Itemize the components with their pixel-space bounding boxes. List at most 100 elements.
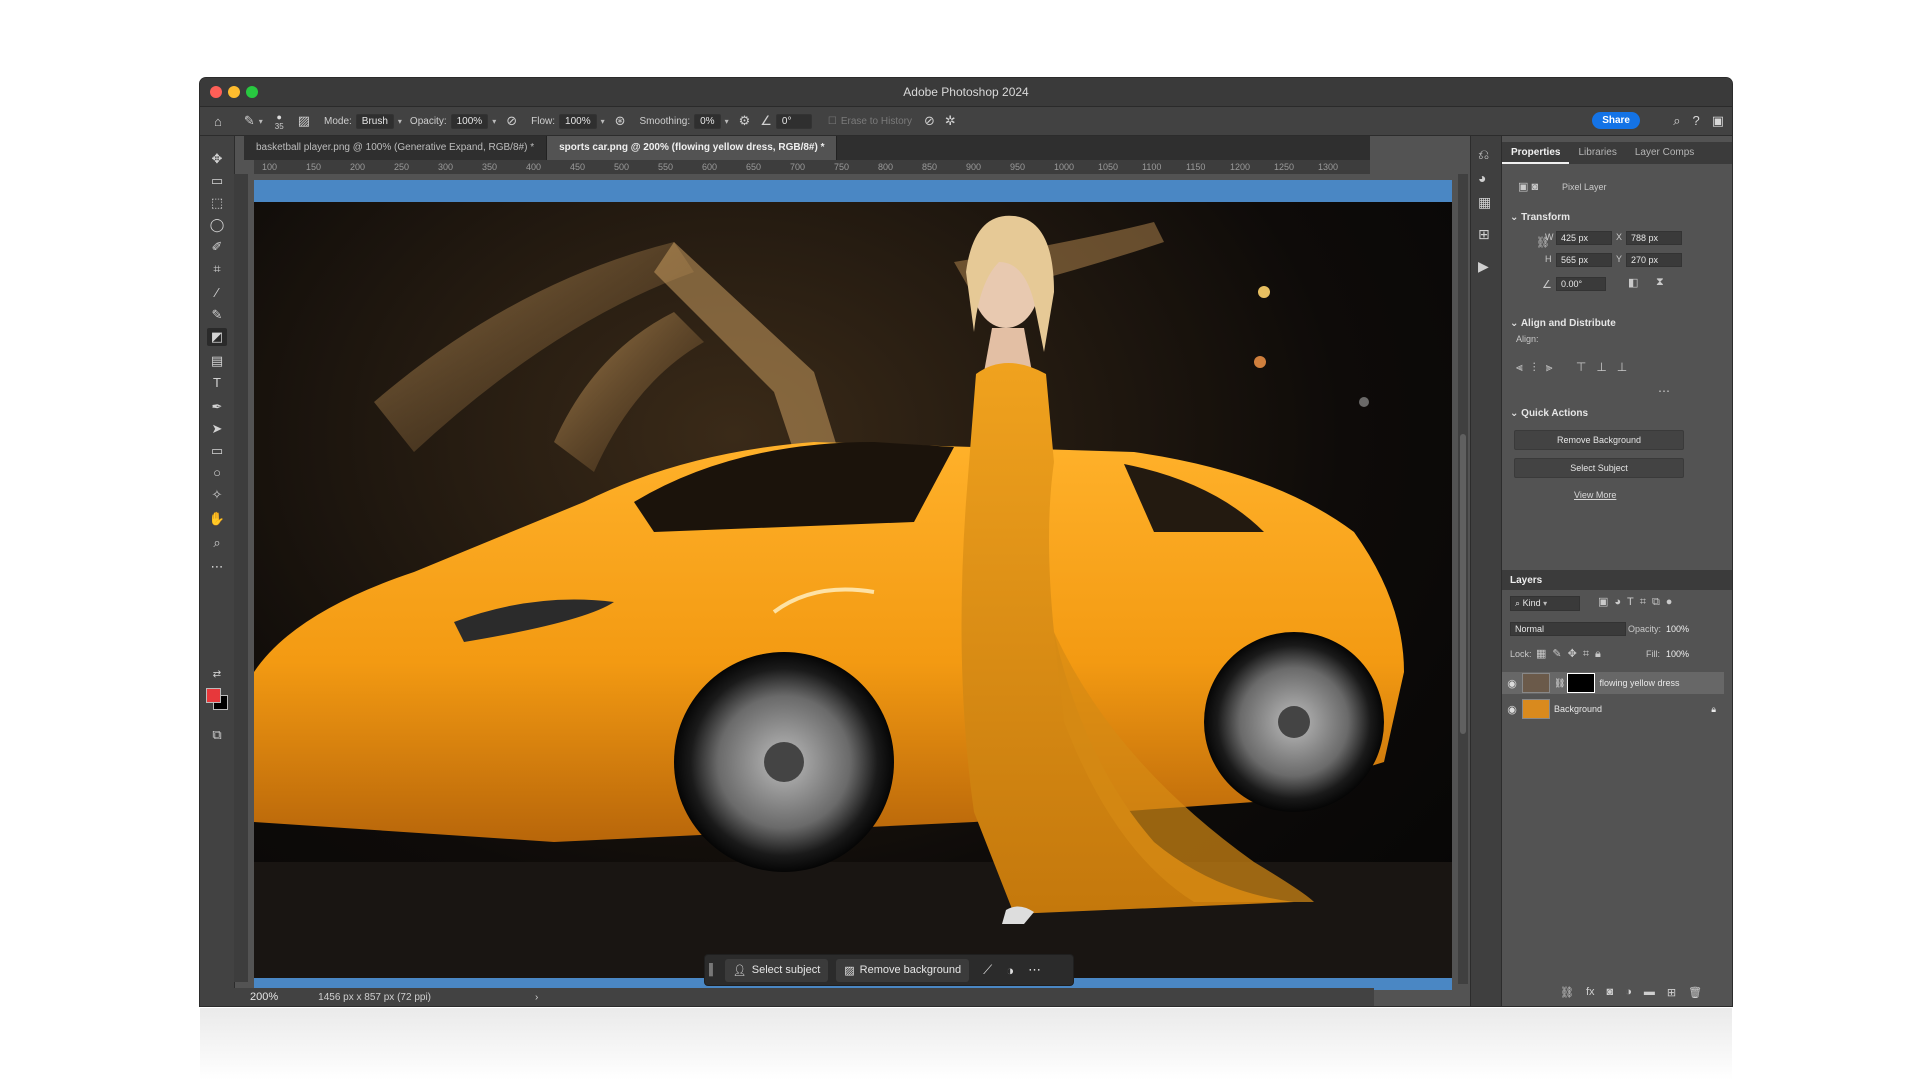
erase-to-history-checkbox[interactable]: ☐ Erase to History: [828, 116, 912, 127]
layer-filter-icons[interactable]: ▣◕T⌗⧉●: [1598, 595, 1678, 609]
lasso-tool-icon[interactable]: ◯: [207, 216, 227, 234]
more-align-icon[interactable]: ⋯: [1658, 384, 1670, 398]
y-input[interactable]: 270 px: [1626, 253, 1682, 267]
pressure-opacity-icon[interactable]: ⊘: [506, 113, 517, 129]
pressure-size-icon[interactable]: ⊘: [924, 113, 935, 129]
layer-row[interactable]: ◉ ⛓ flowing yellow dress: [1502, 672, 1724, 694]
angle-input[interactable]: 0°: [775, 113, 812, 129]
grid-icon[interactable]: ▦: [1478, 194, 1491, 211]
fx-icon[interactable]: fx: [1586, 986, 1595, 999]
pen-tool-icon[interactable]: ✒: [207, 398, 227, 416]
tab-libraries[interactable]: Libraries: [1569, 142, 1625, 164]
height-input[interactable]: 565 px: [1556, 253, 1612, 267]
tab-properties[interactable]: Properties: [1502, 142, 1570, 164]
zoom-level[interactable]: 200%: [250, 991, 278, 1003]
eyedropper-tool-icon[interactable]: ⁄: [207, 284, 227, 302]
eraser-tool-icon[interactable]: ◩: [207, 328, 227, 346]
adjustment-icon[interactable]: ◑: [1006, 963, 1014, 978]
fill-value[interactable]: 100%: [1666, 649, 1689, 659]
brush-size-picker[interactable]: ● 35: [275, 112, 284, 131]
swap-colors-icon[interactable]: ⇄: [207, 666, 227, 684]
symmetry-icon[interactable]: ✲: [945, 113, 956, 129]
smoothing-input[interactable]: 0%: [694, 113, 721, 129]
lock-icons[interactable]: ▦✎✥⌗🔒︎: [1536, 647, 1607, 661]
ruler-tick: 600: [702, 162, 718, 172]
layer-thumbnail: [1522, 673, 1550, 693]
layer-mask-thumbnail[interactable]: [1567, 673, 1596, 693]
drag-handle-icon[interactable]: ▌: [709, 964, 717, 976]
custom-shape-tool-icon[interactable]: ✧: [207, 486, 227, 504]
mode-label: Mode:: [323, 115, 352, 127]
new-adjustment-icon[interactable]: ◑: [1625, 986, 1632, 999]
more-tools-icon[interactable]: ⋯: [207, 558, 227, 576]
trash-icon[interactable]: 🗑︎: [1688, 986, 1702, 999]
tab-basketball-player[interactable]: basketball player.png @ 100% (Generative…: [244, 136, 548, 160]
gradient-tool-icon[interactable]: ▤: [207, 352, 227, 370]
width-input[interactable]: 425 px: [1556, 231, 1612, 245]
remove-background-button[interactable]: ▨ Remove background: [836, 958, 970, 982]
path-selection-tool-icon[interactable]: ➤: [207, 420, 227, 438]
play-icon[interactable]: ▶: [1478, 258, 1489, 275]
move-tool-icon[interactable]: ✥: [207, 150, 227, 168]
brush-tool-icon[interactable]: ✎: [207, 306, 227, 324]
transform-section-title[interactable]: ⌄ Transform: [1510, 212, 1570, 223]
scrollbar-thumb[interactable]: [1460, 434, 1466, 734]
x-input[interactable]: 788 px: [1626, 231, 1682, 245]
hand-tool-icon[interactable]: ✋: [207, 510, 227, 528]
history-icon[interactable]: ⎌: [1478, 146, 1489, 163]
type-tool-icon[interactable]: T: [207, 374, 227, 392]
eye-icon[interactable]: ◉: [1502, 677, 1522, 690]
vertical-scrollbar[interactable]: [1458, 174, 1468, 984]
mode-select[interactable]: Brush: [355, 113, 394, 129]
search-icon[interactable]: ⌕: [1673, 113, 1680, 129]
crop-tool-icon[interactable]: ⌗: [207, 260, 227, 278]
opacity-input[interactable]: 100%: [450, 113, 489, 129]
flow-input[interactable]: 100%: [559, 113, 597, 129]
align-section-title[interactable]: ⌄ Align and Distribute: [1510, 318, 1616, 329]
select-subject-quick-button[interactable]: Select Subject: [1514, 458, 1684, 478]
rotation-input[interactable]: 0.00°: [1556, 277, 1606, 291]
airbrush-icon[interactable]: ⊛: [615, 113, 626, 129]
quick-actions-section-title[interactable]: ⌄ Quick Actions: [1510, 408, 1588, 419]
blend-mode-select[interactable]: Normal: [1510, 622, 1626, 636]
gear-icon[interactable]: ⚙: [739, 113, 751, 129]
more-options-icon[interactable]: ⋯: [1028, 962, 1041, 978]
layer-opacity-value[interactable]: 100%: [1666, 624, 1689, 634]
tab-layer-comps[interactable]: Layer Comps: [1626, 142, 1703, 164]
layers-title[interactable]: Layers: [1510, 575, 1542, 586]
home-icon[interactable]: ⌂: [214, 114, 222, 129]
link-layers-icon[interactable]: ⛓: [1560, 986, 1574, 999]
flip-vertical-icon[interactable]: ⧗: [1656, 276, 1664, 289]
new-group-icon[interactable]: ▬: [1644, 986, 1655, 999]
eraser-preset-icon[interactable]: ✎ ▾: [244, 113, 263, 129]
ellipse-tool-icon[interactable]: ○: [207, 464, 227, 482]
chevron-right-icon[interactable]: ›: [535, 992, 538, 1003]
adjustments-icon[interactable]: ◕: [1478, 170, 1486, 186]
transform-icon[interactable]: ⟋: [983, 962, 992, 978]
workspace-icon[interactable]: ▣: [1712, 113, 1724, 129]
quick-selection-tool-icon[interactable]: ✐: [207, 238, 227, 256]
canvas-image[interactable]: [254, 202, 1452, 978]
artboard-tool-icon[interactable]: ▭: [207, 172, 227, 190]
tab-sports-car[interactable]: sports car.png @ 200% (flowing yellow dr…: [547, 136, 838, 160]
new-layer-icon[interactable]: ⊞: [1667, 986, 1676, 999]
zoom-tool-icon[interactable]: ⌕: [207, 534, 227, 552]
foreground-color-swatch[interactable]: [206, 688, 221, 703]
remove-background-quick-button[interactable]: Remove Background: [1514, 430, 1684, 450]
align-buttons-icon[interactable]: ⫷⫶⫸ ⊤⊥⊥: [1516, 360, 1637, 375]
select-subject-button[interactable]: 👤︎ Select subject: [724, 958, 829, 982]
layer-kind-filter[interactable]: ⌕ Kind ▾: [1510, 596, 1580, 611]
add-mask-icon[interactable]: ◙: [1607, 986, 1614, 999]
eye-icon[interactable]: ◉: [1502, 703, 1522, 716]
view-more-link[interactable]: View More: [1574, 490, 1616, 500]
layer-row[interactable]: ◉ Background 🔒︎: [1502, 698, 1724, 720]
help-icon[interactable]: ?: [1692, 113, 1699, 129]
brush-settings-icon[interactable]: ▨: [298, 113, 310, 129]
share-button[interactable]: Share: [1592, 112, 1640, 129]
flip-horizontal-icon[interactable]: ◧: [1628, 276, 1638, 289]
screen-mode-icon[interactable]: ⧉: [207, 726, 227, 744]
marquee-tool-icon[interactable]: ⬚: [207, 194, 227, 212]
channels-icon[interactable]: ⊞: [1478, 226, 1490, 243]
rectangle-tool-icon[interactable]: ▭: [207, 442, 227, 460]
document-tabs: basketball player.png @ 100% (Generative…: [244, 136, 1370, 160]
